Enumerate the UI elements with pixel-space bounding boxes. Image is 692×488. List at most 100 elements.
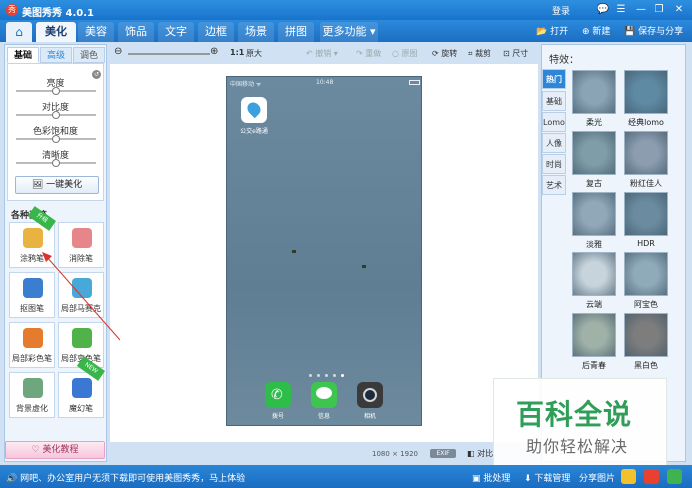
contrast-slider[interactable] (16, 111, 96, 119)
original-label: 原图 (401, 49, 418, 58)
dock-label-messages: 信息 (317, 413, 330, 420)
weibo-icon[interactable] (644, 469, 659, 484)
effect-thumb[interactable] (624, 313, 668, 357)
batch-button[interactable]: ▣ 批处理 (472, 471, 510, 484)
tab-text[interactable]: 文字 (158, 22, 194, 42)
effect-label: 阿宝色 (634, 300, 658, 309)
image-toolbar: ⊖ ⊕ 1:1 原大 ↶ 撤销 ▾ ↷ 重做 ○ 原图 ⟳ 旋转 ⌗ 裁剪 ⊡ … (110, 44, 538, 64)
magic-brush-icon (72, 378, 92, 398)
star-icon[interactable] (621, 469, 636, 484)
tutorial-button[interactable]: ♡ 美化教程 (5, 441, 105, 459)
crop-button[interactable]: ⌗ 裁剪 (468, 48, 491, 59)
maximize-button[interactable]: ❐ (652, 3, 666, 16)
saturation-knob[interactable] (52, 135, 60, 143)
menu-icon[interactable]: ☰ (614, 3, 628, 16)
exif-button[interactable]: EXIF (430, 449, 456, 458)
dock-label-camera: 相机 (363, 413, 376, 420)
tab-frame[interactable]: 边框 (198, 22, 234, 42)
tab-accessories[interactable]: 饰品 (118, 22, 154, 42)
subtab-basic[interactable]: 基础 (7, 47, 39, 63)
annotation-arrow (42, 252, 121, 341)
adjust-subtabs: 基础 高级 调色 (7, 47, 105, 63)
save-share-button[interactable]: 💾 保存与分享 (624, 24, 683, 37)
effect-thumb[interactable] (572, 192, 616, 236)
redo-button[interactable]: ↷ 重做 (356, 48, 381, 59)
dimension-separator: × (392, 450, 398, 458)
share-image-button[interactable]: 分享图片 (579, 471, 615, 484)
undo-button[interactable]: ↶ 撤销 ▾ (306, 48, 338, 59)
chat-bubble-icon (316, 387, 332, 399)
effect-thumb[interactable] (624, 252, 668, 296)
category-fashion[interactable]: 时尚 (542, 154, 566, 174)
brightness-slider[interactable] (16, 87, 96, 95)
magic-brush-label: 魔幻笔 (69, 404, 93, 413)
brightness-knob[interactable] (52, 87, 60, 95)
new-button[interactable]: ⊕ 新建 (582, 24, 610, 37)
open-label: 打开 (550, 27, 569, 37)
effect-thumb[interactable] (572, 131, 616, 175)
tab-more[interactable]: 更多功能 ▾ (320, 22, 378, 42)
compare-button[interactable]: ◧ 对比 (467, 448, 493, 459)
effect-thumb[interactable] (572, 313, 616, 357)
home-icon[interactable]: ⌂ (6, 22, 32, 42)
saturation-slider[interactable] (16, 135, 96, 143)
one-click-beautify-button[interactable]: 🖼 一键美化 (15, 176, 99, 194)
page-dot (309, 374, 312, 377)
zoom-in-icon[interactable]: ⊕ (210, 46, 218, 57)
minimize-button[interactable]: — (634, 3, 648, 16)
zoom-ratio[interactable]: 1:1 (230, 48, 244, 57)
phone-time: 10:48 (316, 79, 334, 86)
tab-beauty[interactable]: 美容 (78, 22, 114, 42)
contrast-knob[interactable] (52, 111, 60, 119)
status-bar: 🔊 网吧、办公室用户无须下载即可使用美图秀秀，马上体验 ▣ 批处理 ⬇ 下载管理… (0, 465, 692, 488)
magic-brush-tool[interactable]: NEW 魔幻笔 (58, 356, 105, 418)
promo-message[interactable]: 🔊 网吧、办公室用户无须下载即可使用美图秀秀，马上体验 (6, 471, 245, 484)
subtab-color[interactable]: 调色 (73, 47, 105, 63)
category-art[interactable]: 艺术 (542, 175, 566, 195)
effect-thumb[interactable] (624, 70, 668, 114)
tab-scene[interactable]: 场景 (238, 22, 274, 42)
effect-thumb[interactable] (572, 252, 616, 296)
login-link[interactable]: 登录 (552, 4, 570, 17)
zoom-out-icon[interactable]: ⊖ (114, 46, 122, 57)
blur-background-tool[interactable]: 背景虚化 (9, 372, 55, 418)
open-button[interactable]: 📂 打开 (536, 24, 568, 37)
image-canvas[interactable]: 中国移动 ᯤ 10:48 公交e路通 ✆ 拨号 信息 相机 1080 × 192… (110, 64, 538, 458)
effect-thumb[interactable] (624, 192, 668, 236)
effect-label: 经典lomo (628, 118, 664, 127)
watermark-sub-text: 助你轻松解决 (526, 437, 629, 456)
effect-label: HDR (637, 239, 655, 248)
effects-title: 特效： (549, 55, 579, 66)
phone-glyph-icon: ✆ (271, 387, 283, 403)
resize-button[interactable]: ⊡ 尺寸 (503, 48, 528, 59)
chat-icon[interactable]: 💬 (596, 3, 610, 16)
category-basic[interactable]: 基础 (542, 91, 566, 111)
carrier-text: 中国移动 ᯤ (230, 81, 262, 88)
download-manager-button[interactable]: ⬇ 下载管理 (524, 471, 570, 484)
compare-label: 对比 (477, 449, 494, 458)
category-hot[interactable]: 热门 (542, 69, 566, 89)
sharpness-slider[interactable] (16, 159, 96, 167)
app-icon-bus (241, 97, 267, 123)
page-dot (325, 374, 328, 377)
original-size-button[interactable]: 原大 (246, 48, 262, 59)
add-icon[interactable] (667, 469, 682, 484)
dock-label-phone: 拨号 (271, 413, 284, 420)
resize-label: 尺寸 (512, 49, 529, 58)
tab-collage[interactable]: 拼图 (278, 22, 314, 42)
tab-beautify[interactable]: 美化 (36, 22, 76, 42)
save-label: 保存与分享 (638, 27, 684, 37)
category-lomo[interactable]: Lomo (542, 112, 566, 132)
category-portrait[interactable]: 人像 (542, 133, 566, 153)
close-button[interactable]: ✕ (672, 3, 686, 16)
messages-app-icon (311, 382, 337, 408)
rotate-button[interactable]: ⟳ 旋转 (432, 48, 457, 59)
effect-thumb[interactable] (572, 70, 616, 114)
effect-thumb[interactable] (624, 131, 668, 175)
effect-label: 云端 (586, 300, 602, 309)
subtab-advanced[interactable]: 高级 (40, 47, 72, 63)
zoom-slider[interactable] (128, 53, 210, 55)
effect-label: 柔光 (586, 118, 602, 127)
original-button[interactable]: ○ 原图 (392, 48, 418, 59)
sharpness-knob[interactable] (52, 159, 60, 167)
